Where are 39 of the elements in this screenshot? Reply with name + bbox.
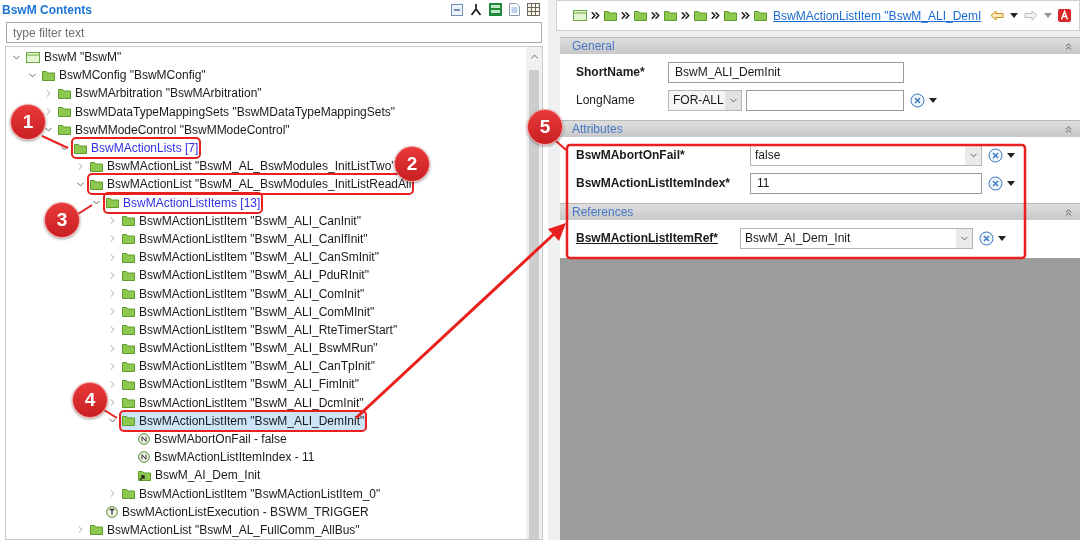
tree-item[interactable]: BswM_AI_Dem_Init [137, 466, 262, 485]
field-label: LongName [576, 93, 635, 107]
tree-item[interactable]: BswMActionListItemIndex - 11 [137, 448, 316, 467]
tree-item[interactable]: BswMActionListItem "BswM_ALI_CanTpInit" [121, 357, 376, 376]
dropdown-field[interactable]: false [750, 144, 982, 166]
filter-field[interactable]: type filter text [6, 22, 542, 43]
field-label: BswMActionListItemRef* [576, 231, 718, 245]
tree-item[interactable]: BswMActionListExecution - BSWM_TRIGGER [105, 502, 370, 521]
tree-item[interactable]: BswMActionListItem "BswM_ALI_CanSmInit" [121, 248, 380, 267]
panel-title: BswM Contents [2, 1, 92, 19]
tree-item[interactable]: BswMActionListItem "BswM_ALI_DemInit" [121, 411, 366, 430]
tree-item[interactable]: BswMActionListItem "BswM_ALI_FimInit" [121, 375, 360, 394]
tree-item[interactable]: BswMActionListItem "BswMActionListItem_0" [121, 484, 382, 503]
dropdown-field[interactable]: BswM_AI_Dem_Init [740, 227, 973, 249]
text-field[interactable]: 11 [750, 172, 982, 194]
tree-item[interactable]: BswMModeControl "BswMModeControl" [57, 120, 291, 139]
tree-item[interactable]: BswMActionListItem "BswM_ALI_CanInit" [121, 211, 362, 230]
tree-item[interactable]: BswMActionListItem "BswM_ALI_DcmInit" [121, 393, 365, 412]
field-label: BswMActionListItemIndex* [576, 176, 731, 190]
tree-item[interactable]: BswMActionList "BswM_AL_BswModules_InitListTwo" [89, 157, 397, 176]
tree-item[interactable]: BswMActionListItem "BswM_ALI_ComInit" [121, 284, 366, 303]
tree-item[interactable]: BswMActionListItem "BswM_ALI_PduRInit" [121, 266, 370, 285]
tree-item[interactable]: BswM "BswM" [25, 48, 123, 67]
tree-item[interactable]: BswMActionListItem "BswM_ALI_BswMRun" [121, 339, 379, 358]
field-label: ShortName* [576, 65, 645, 79]
tree-item[interactable]: BswMActionList "BswM_AL_FullComm_AllBus" [89, 520, 361, 539]
tree-item[interactable]: BswMDataTypeMappingSets "BswMDataTypeMappingSets" [57, 102, 396, 121]
tree-item[interactable]: BswMActionListItems [13] [105, 193, 262, 212]
tree-item[interactable]: BswMAbortOnFail - false [137, 430, 288, 449]
tree-item[interactable]: BswMActionLists [7] [73, 139, 200, 158]
tree-item[interactable]: BswMArbitration "BswMArbitration" [57, 84, 263, 103]
breadcrumb-link[interactable]: BswMActionListItem "BswM_ALI_DemI [773, 6, 982, 25]
text-field[interactable]: BswM_ALI_DemInit [668, 61, 904, 83]
language-dropdown[interactable]: FOR-ALL [668, 89, 742, 111]
tree-item[interactable]: BswMActionListItem "BswM_ALI_RteTimerStart" [121, 320, 399, 339]
tree-item[interactable]: BswMActionListItem "BswM_ALI_ComMInit" [121, 302, 376, 321]
tree-item[interactable]: BswMActionListItem "BswM_ALI_CanIfInit" [121, 229, 369, 248]
field-label: BswMAbortOnFail* [576, 148, 685, 162]
tree-item[interactable]: BswMConfig "BswMConfig" [41, 66, 207, 85]
